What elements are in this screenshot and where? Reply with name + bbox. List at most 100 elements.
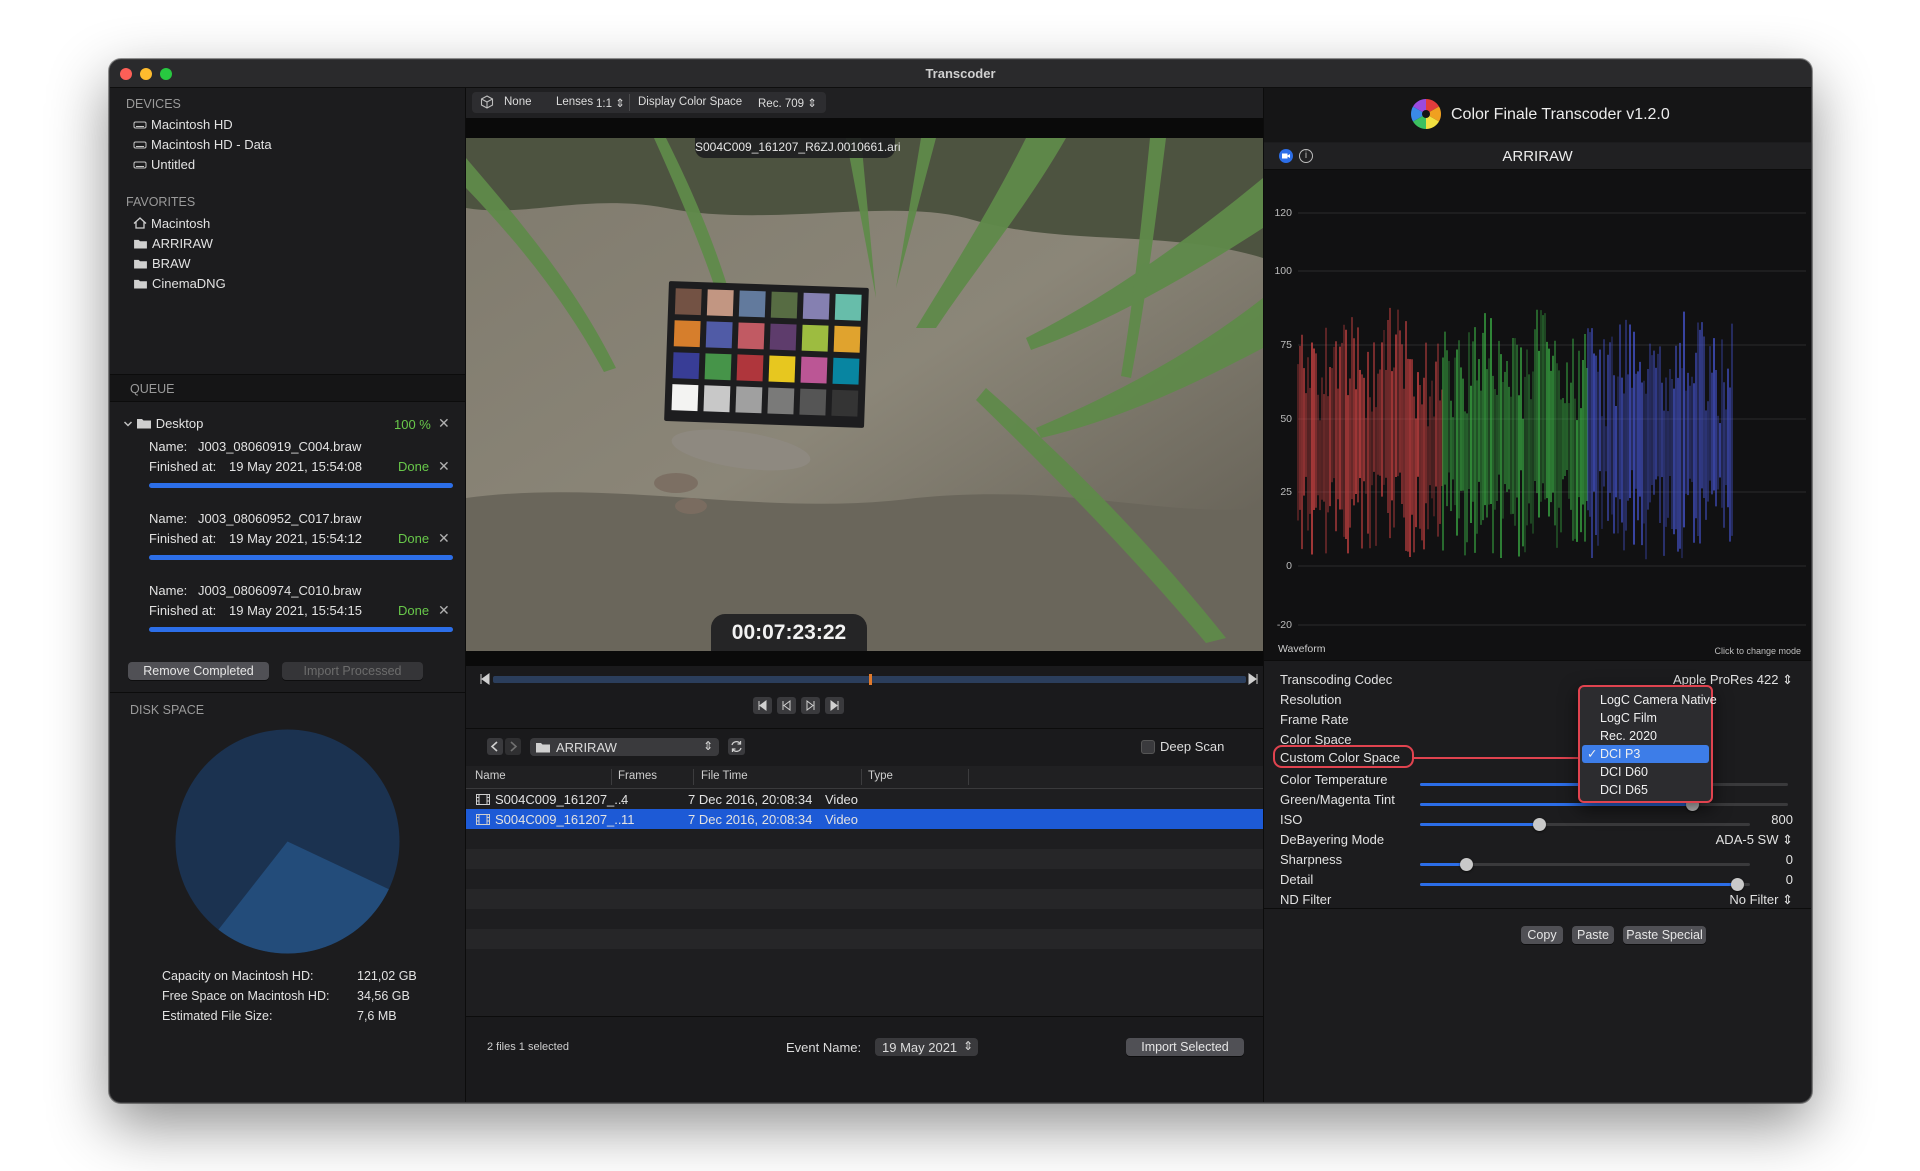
mark-in-icon[interactable]	[480, 673, 490, 688]
sidebar-favorite-item[interactable]: Macintosh	[133, 216, 210, 232]
sidebar-favorite-item[interactable]: CinemaDNG	[133, 276, 226, 292]
import-processed-button[interactable]: Import Processed	[282, 662, 423, 680]
nd-filter-select[interactable]: No Filter ⇕	[1729, 892, 1793, 908]
queue-group-row[interactable]: Desktop	[123, 416, 203, 432]
app-logo-icon	[1410, 99, 1442, 129]
iso-slider[interactable]	[1420, 818, 1750, 832]
color-checker-patch	[834, 293, 862, 321]
timeline-scrubber[interactable]	[493, 674, 1246, 685]
row-file-time: 7 Dec 2016, 20:08:34	[688, 812, 813, 827]
sidebar-device-item[interactable]: Macintosh HD - Data	[133, 137, 272, 153]
film-icon	[476, 794, 490, 808]
refresh-button[interactable]	[728, 738, 745, 755]
color-checker-patch	[833, 325, 861, 353]
custom-color-space-label[interactable]: Custom Color Space	[1280, 750, 1400, 765]
debayering-mode-select[interactable]: ADA-5 SW ⇕	[1716, 832, 1793, 848]
slider-knob[interactable]	[1460, 858, 1474, 871]
transcoding-codec-label: Transcoding Codec	[1280, 672, 1393, 687]
color-checker-patch	[802, 292, 830, 320]
import-selected-button[interactable]: Import Selected	[1126, 1038, 1244, 1056]
copy-button[interactable]: Copy	[1521, 926, 1563, 944]
slider-fill	[1420, 803, 1693, 806]
remove-queue-item-icon[interactable]: ✕	[438, 458, 450, 475]
paste-button[interactable]: Paste	[1572, 926, 1614, 944]
center-pane: None Lenses 1:1 ⇕ Display Color Space Re…	[466, 88, 1264, 1102]
folder-path-select[interactable]: ARRIRAW ⇕	[530, 738, 719, 756]
mark-out-icon[interactable]	[1248, 673, 1258, 688]
go-to-end-button[interactable]	[825, 697, 844, 714]
video-frame-image	[466, 138, 1263, 651]
display-color-space-select[interactable]: Rec. 709 ⇕	[758, 96, 817, 110]
color-space-option[interactable]: DCI D60	[1582, 763, 1709, 781]
slider-knob[interactable]	[1532, 818, 1546, 831]
detail-slider[interactable]	[1420, 878, 1750, 892]
sidebar-favorite-item[interactable]: ARRIRAW	[133, 236, 213, 252]
chevron-down-icon[interactable]	[123, 418, 133, 432]
table-row[interactable]: S004C009_161207_... 4 7 Dec 2016, 20:08:34…	[466, 789, 1263, 809]
column-header-type[interactable]: Type	[868, 770, 893, 782]
column-header-frames[interactable]: Frames	[618, 770, 657, 782]
viewer-toolbar: None Lenses 1:1 ⇕ Display Color Space Re…	[466, 88, 1263, 118]
divider	[466, 728, 1263, 729]
remove-queue-item-icon[interactable]: ✕	[438, 530, 450, 547]
left-pane: DEVICES Macintosh HD Macintosh HD - Data U…	[110, 88, 466, 1102]
estimated-size-value: 7,6 MB	[357, 1009, 397, 1023]
sidebar-device-item[interactable]: Macintosh HD	[133, 117, 233, 133]
waveform-tick-label: -20	[1276, 619, 1292, 631]
sidebar-item-label: Untitled	[151, 157, 196, 172]
forward-button[interactable]	[505, 738, 521, 755]
waveform-tick-label: 100	[1274, 265, 1292, 277]
slider-knob[interactable]	[1730, 878, 1744, 891]
home-icon	[133, 217, 147, 232]
queue-item-progress-fill	[149, 627, 453, 632]
video-preview[interactable]: S004C009_161207_R6ZJ.0010661.ari 00:07:2…	[466, 138, 1263, 651]
chevron-up-down-icon: ⇕	[962, 1039, 973, 1053]
display-color-space-value: Rec. 709	[758, 98, 805, 110]
column-header-file-time[interactable]: File Time	[701, 770, 748, 782]
queue-item-finished: 19 May 2021, 15:54:15	[229, 603, 362, 618]
resolution-label: Resolution	[1280, 692, 1342, 707]
color-checker-patch	[737, 322, 765, 350]
waveform-panel[interactable]: 120 100 75 50 25 0 -20 Click to change mode Wa…	[1264, 170, 1811, 660]
sharpness-slider[interactable]	[1420, 858, 1750, 872]
row-file-time: 7 Dec 2016, 20:08:34	[688, 792, 813, 807]
nd-filter-value: No Filter	[1729, 892, 1779, 907]
paste-special-button[interactable]: Paste Special	[1623, 926, 1706, 944]
waveform-tick-label: 75	[1280, 339, 1292, 351]
color-space-option[interactable]: ✓ DCI P3	[1582, 745, 1709, 763]
color-checker-patch	[768, 355, 796, 383]
step-back-button[interactable]	[777, 697, 796, 714]
waveform-green-trace	[1442, 309, 1588, 558]
sidebar-favorite-item[interactable]: BRAW	[133, 256, 191, 272]
step-forward-button[interactable]	[801, 697, 820, 714]
color-space-option-label: DCI D60	[1600, 765, 1648, 779]
remove-completed-button[interactable]: Remove Completed	[128, 662, 269, 680]
waveform-hint[interactable]: Click to change mode	[1714, 646, 1801, 656]
sidebar-item-label: Macintosh	[151, 216, 211, 231]
remove-group-icon[interactable]: ✕	[438, 415, 450, 432]
divider	[861, 769, 862, 785]
sidebar-device-item[interactable]: Untitled	[133, 157, 195, 173]
color-space-option[interactable]: Rec. 2020	[1582, 727, 1709, 745]
color-space-option[interactable]: DCI D65	[1582, 781, 1709, 799]
color-space-option[interactable]: LogC Camera Native	[1582, 691, 1717, 709]
row-type: Video	[825, 792, 859, 807]
lut-select[interactable]: None	[504, 96, 532, 108]
queue-finished-label: Finished at:	[149, 531, 217, 546]
event-name-select[interactable]: 19 May 2021 ⇕	[875, 1038, 978, 1056]
format-bar: i ARRIRAW	[1264, 143, 1811, 170]
waveform-tick-label: 0	[1286, 560, 1292, 572]
table-row[interactable]: S004C009_161207_... 11 7 Dec 2016, 20:08:3…	[466, 809, 1263, 829]
column-header-name[interactable]: Name	[475, 770, 506, 782]
queue-name-label: Name:	[149, 511, 188, 526]
color-space-option[interactable]: LogC Film	[1582, 709, 1709, 727]
remove-queue-item-icon[interactable]: ✕	[438, 602, 450, 619]
empty-table-row	[466, 929, 1263, 949]
playhead[interactable]	[868, 674, 872, 685]
deep-scan-checkbox[interactable]	[1141, 740, 1155, 754]
back-button[interactable]	[487, 738, 503, 755]
go-to-start-button[interactable]	[753, 697, 772, 714]
color-space-menu-items: LogC Camera Native LogC Film Rec. 2020 ✓ DCI…	[1582, 691, 1717, 799]
lenses-select[interactable]: 1:1 ⇕	[596, 96, 625, 110]
folder-icon	[535, 741, 551, 756]
